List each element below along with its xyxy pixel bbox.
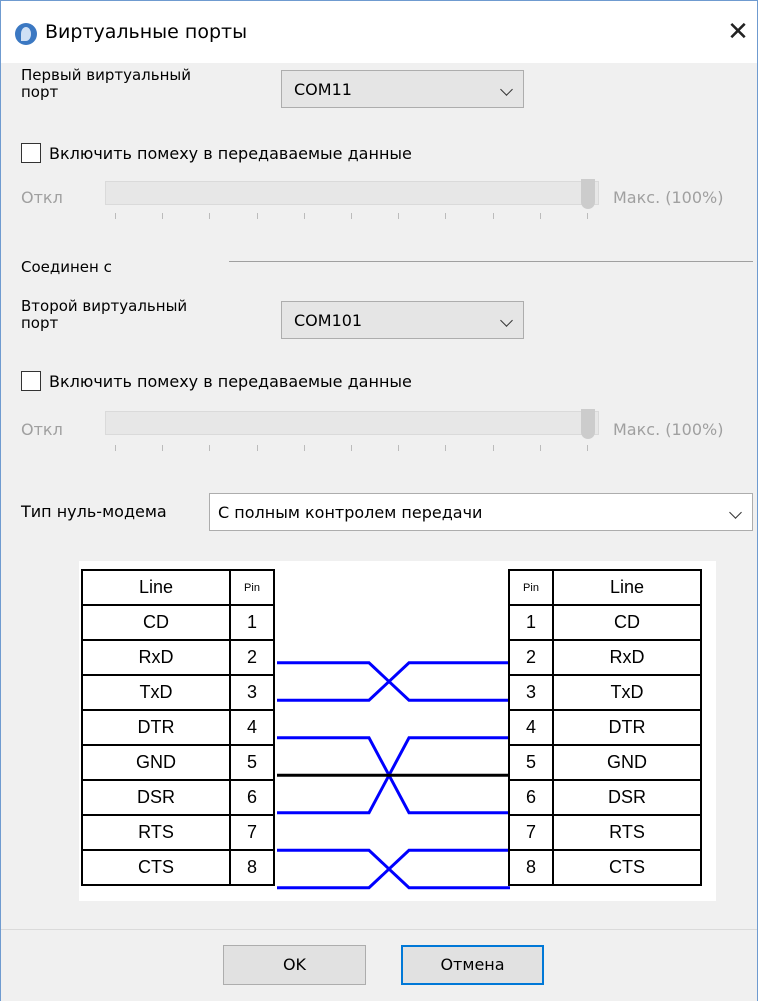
second-slider-thumb[interactable] bbox=[581, 409, 595, 439]
line-cell: GND bbox=[552, 744, 702, 781]
wire-line bbox=[277, 848, 510, 890]
ok-button[interactable]: OK bbox=[223, 945, 366, 985]
line-cell: CTS bbox=[552, 849, 702, 886]
second-port-combo[interactable]: COM101 bbox=[281, 301, 524, 339]
right-row-cd: 1 CD bbox=[508, 604, 702, 641]
second-port-label: Второй виртуальный порт bbox=[21, 297, 188, 332]
right-row-cts: 8 CTS bbox=[508, 849, 702, 886]
slider-tick bbox=[398, 445, 400, 451]
slider-tick bbox=[351, 445, 352, 451]
chevron-down-icon bbox=[729, 506, 742, 519]
right-row-rts: 7 RTS bbox=[508, 814, 702, 851]
pin-cell: 8 bbox=[508, 849, 554, 886]
header-pin: Pin bbox=[508, 569, 554, 606]
slider-tick bbox=[162, 445, 164, 451]
right-row-txd: 3 TxD bbox=[508, 674, 702, 711]
slider-tick bbox=[351, 213, 352, 219]
right-row-gnd: 5 GND bbox=[508, 744, 702, 781]
slider-tick bbox=[445, 213, 447, 219]
modem-type-value: С полным контролем передачи bbox=[218, 503, 483, 522]
right-pin-table: Pin Line 1 CD 2 RxD 3 TxD 4 DTR 5 GND 6 DSR 7 RTS 8 CTS bbox=[508, 569, 702, 886]
slider-tick bbox=[303, 445, 305, 451]
right-row-dsr: 6 DSR bbox=[508, 779, 702, 816]
slider-tick bbox=[256, 213, 258, 219]
slider-tick bbox=[162, 213, 164, 219]
slider-tick bbox=[539, 445, 541, 451]
wire-line bbox=[277, 848, 510, 890]
pin-cell: 5 bbox=[508, 744, 554, 781]
connected-label: Соединен с bbox=[21, 258, 112, 276]
slider-tick bbox=[445, 445, 447, 451]
slider-tick bbox=[587, 213, 588, 219]
first-noise-checkbox[interactable] bbox=[21, 143, 41, 163]
wire-line bbox=[277, 661, 510, 702]
button-bar: OK Отмена bbox=[1, 929, 757, 1001]
app-icon bbox=[15, 23, 37, 45]
slider-tick bbox=[492, 445, 494, 451]
pin-cell: 4 bbox=[508, 709, 554, 746]
second-noise-slider[interactable] bbox=[105, 411, 599, 435]
second-port-value: COM101 bbox=[294, 311, 363, 330]
pin-cell: 6 bbox=[508, 779, 554, 816]
slider-tick bbox=[303, 213, 305, 219]
dialog-window: Виртуальные порты ✕ Первый виртуальный п… bbox=[0, 0, 758, 1001]
slider-tick bbox=[115, 445, 116, 451]
null-modem-diagram: Line Pin CD 1 RxD 2 TxD 3 DTR 4 GND 5 DSR 6 RTS 7 CTS 8… bbox=[79, 561, 716, 901]
chevron-down-icon bbox=[500, 83, 513, 96]
cancel-button[interactable]: Отмена bbox=[401, 945, 544, 985]
line-cell: DSR bbox=[552, 779, 702, 816]
first-slider-thumb[interactable] bbox=[581, 179, 595, 209]
second-noise-label: Включить помеху в передаваемые данные bbox=[49, 372, 412, 391]
pin-cell: 3 bbox=[508, 674, 554, 711]
title-bar: Виртуальные порты ✕ bbox=[1, 1, 757, 63]
first-noise-slider[interactable] bbox=[105, 181, 599, 205]
close-button[interactable]: ✕ bbox=[723, 17, 753, 47]
window-title: Виртуальные порты bbox=[45, 21, 248, 43]
first-port-combo[interactable]: COM11 bbox=[281, 70, 524, 108]
right-row-dtr: 4 DTR bbox=[508, 709, 702, 746]
slider-tick bbox=[539, 213, 541, 219]
line-cell: RTS bbox=[552, 814, 702, 851]
slider-tick bbox=[209, 213, 211, 219]
first-port-value: COM11 bbox=[294, 80, 352, 99]
pin-cell: 2 bbox=[508, 639, 554, 676]
table-header-row: Pin Line bbox=[508, 569, 702, 606]
slider-tick bbox=[209, 445, 211, 451]
modem-type-combo[interactable]: С полным контролем передачи bbox=[209, 493, 753, 531]
line-cell: DTR bbox=[552, 709, 702, 746]
slider-tick bbox=[398, 213, 400, 219]
second-noise-checkbox[interactable] bbox=[21, 371, 41, 391]
first-slider-max-label: Макс. (100%) bbox=[613, 188, 724, 207]
right-row-rxd: 2 RxD bbox=[508, 639, 702, 676]
slider-tick bbox=[256, 445, 258, 451]
pin-cell: 7 bbox=[508, 814, 554, 851]
header-line: Line bbox=[552, 569, 702, 606]
chevron-down-icon bbox=[500, 314, 513, 327]
slider-tick bbox=[492, 213, 494, 219]
modem-type-label: Тип нуль-модема bbox=[21, 502, 167, 521]
line-cell: CD bbox=[552, 604, 702, 641]
line-cell: TxD bbox=[552, 674, 702, 711]
first-noise-label: Включить помеху в передаваемые данные bbox=[49, 144, 412, 163]
line-cell: RxD bbox=[552, 639, 702, 676]
second-slider-max-label: Макс. (100%) bbox=[613, 420, 724, 439]
first-slider-min-label: Откл bbox=[21, 188, 63, 207]
wire-line bbox=[277, 661, 510, 702]
separator-line bbox=[229, 261, 753, 262]
slider-tick bbox=[115, 213, 116, 219]
pin-cell: 1 bbox=[508, 604, 554, 641]
first-port-label: Первый виртуальный порт bbox=[21, 66, 191, 101]
second-slider-min-label: Откл bbox=[21, 420, 63, 439]
slider-tick bbox=[587, 445, 588, 451]
